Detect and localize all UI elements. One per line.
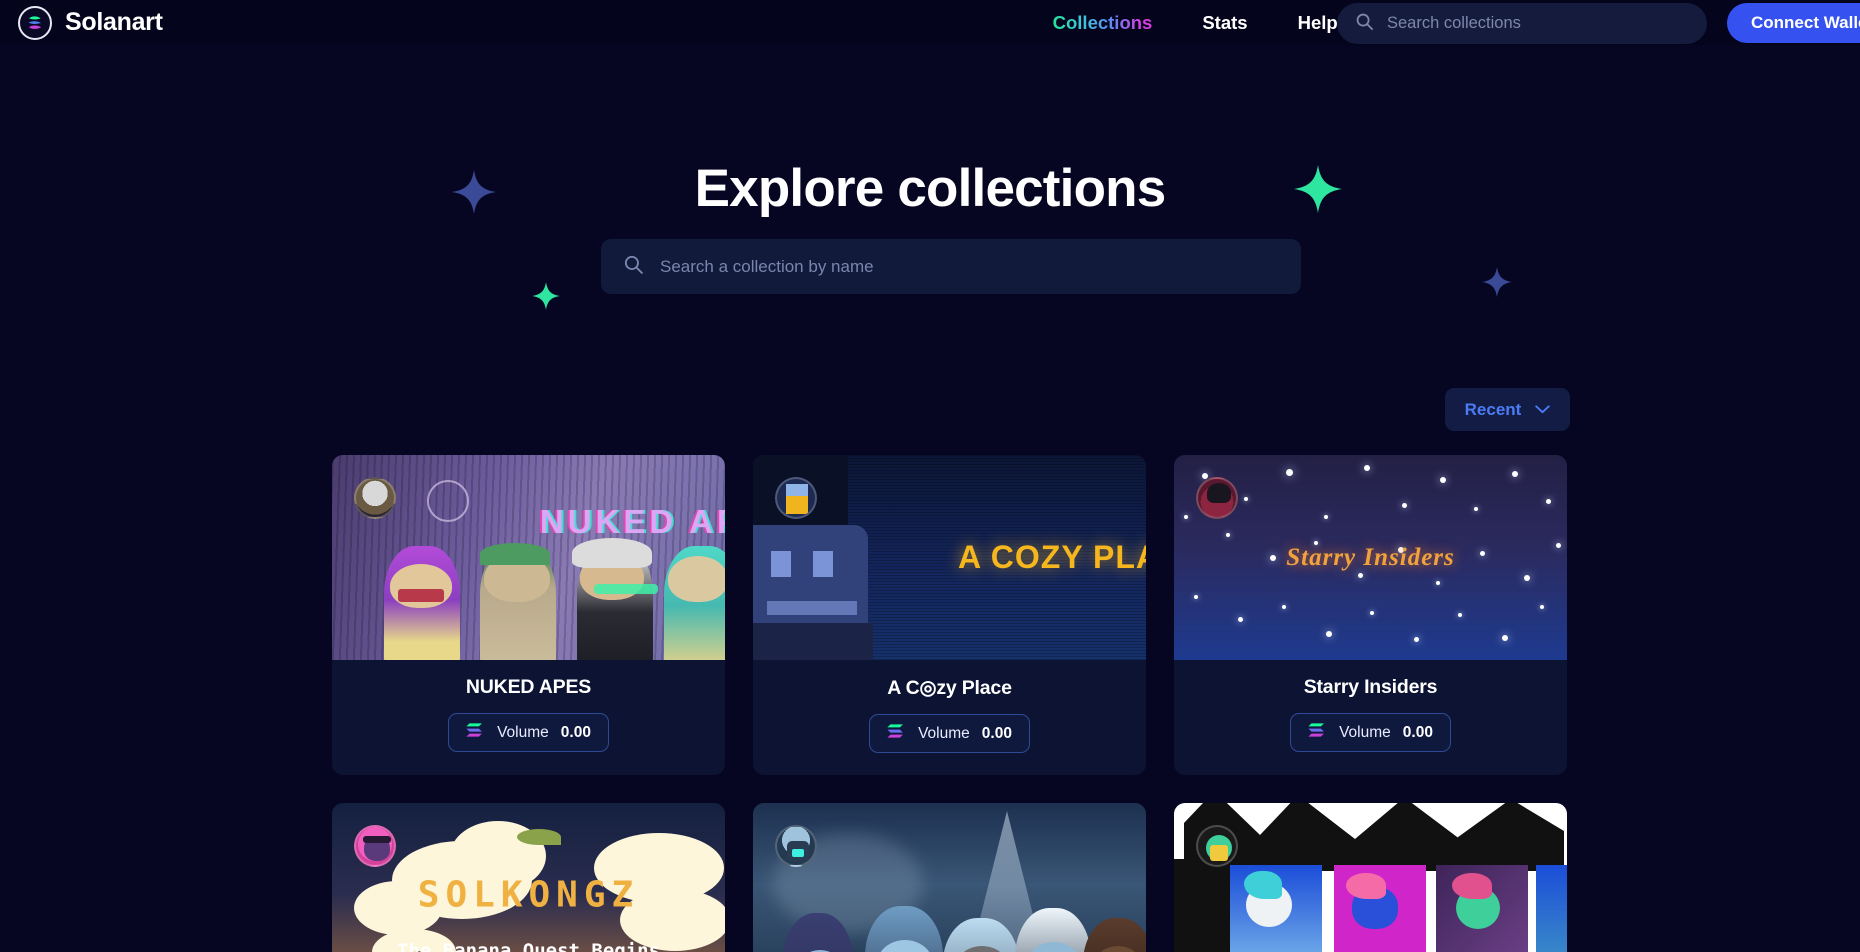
- card-body: A C◎zy Place Volume 0.00: [753, 660, 1146, 775]
- volume-badge: Volume 0.00: [869, 714, 1030, 753]
- banner-title: Starry Insiders: [1286, 543, 1455, 571]
- star-dot: [1184, 515, 1188, 519]
- star-dot: [1458, 613, 1462, 617]
- star-dot: [1512, 471, 1518, 477]
- nav-link-stats[interactable]: Stats: [1202, 12, 1247, 34]
- solanart-logo-icon: [18, 5, 52, 40]
- card-banner: [753, 803, 1146, 952]
- nav-link-collections[interactable]: Collections: [1053, 12, 1153, 34]
- page-title: Explore collections: [694, 159, 1167, 218]
- star-dot: [1194, 595, 1198, 599]
- star-dot: [1326, 631, 1332, 637]
- hero-section: Explore collections Search a collection …: [0, 45, 1860, 375]
- collection-search-box[interactable]: Search a collection by name: [601, 239, 1301, 294]
- card-banner: Starry Insiders: [1174, 455, 1567, 660]
- sort-dropdown-label: Recent: [1464, 399, 1522, 419]
- solana-icon: [887, 723, 906, 744]
- collection-name: NUKED APES: [465, 676, 592, 698]
- collection-avatar: [354, 825, 396, 867]
- star-dot: [1238, 617, 1243, 622]
- card-body: Starry Insiders Volume 0.00: [1174, 660, 1567, 774]
- star-dot: [1540, 605, 1544, 609]
- star-dot: [1402, 503, 1407, 508]
- collection-card[interactable]: NUKED AP NUKED APES Volume 0.00: [332, 455, 725, 775]
- volume-value: 0.00: [560, 723, 591, 741]
- collection-name: A C◎zy Place: [887, 677, 1012, 699]
- volume-label: Volume: [918, 724, 970, 742]
- star-dot: [1286, 469, 1293, 476]
- collection-avatar: [354, 477, 396, 519]
- card-banner: NUKED AP: [332, 455, 725, 660]
- star-dot: [1244, 497, 1248, 501]
- star-dot: [1282, 605, 1286, 609]
- brand[interactable]: Solanart: [18, 5, 163, 40]
- brand-name: Solanart: [65, 8, 163, 36]
- header-search-box[interactable]: Search collections: [1337, 3, 1707, 44]
- card-body: NUKED APES Volume 0.00: [332, 660, 725, 774]
- collection-name: Starry Insiders: [1303, 676, 1438, 698]
- collection-card[interactable]: Starry Insiders Starry Insiders Volume 0…: [1174, 455, 1567, 775]
- volume-label: Volume: [497, 723, 549, 741]
- star-dot: [1370, 611, 1374, 615]
- star-dot: [1440, 477, 1446, 483]
- star-dot: [1524, 575, 1530, 581]
- star-dot: [1270, 555, 1276, 561]
- header-search-input[interactable]: Search collections: [1387, 14, 1521, 33]
- nav-link-help[interactable]: Help: [1298, 12, 1338, 34]
- star-dot: [1556, 543, 1561, 548]
- card-banner: A COZY PLA: [753, 455, 1146, 660]
- collections-grid: NUKED AP NUKED APES Volume 0.00 A COZY P…: [332, 455, 1568, 952]
- collection-avatar: [1196, 825, 1238, 867]
- collection-card[interactable]: A COZY PLA A C◎zy Place Volume 0.00: [753, 455, 1146, 775]
- sort-dropdown[interactable]: Recent: [1445, 388, 1570, 431]
- star-dot: [1480, 551, 1485, 556]
- volume-label: Volume: [1339, 723, 1391, 741]
- volume-value: 0.00: [1402, 723, 1433, 741]
- star-dot: [1358, 573, 1363, 578]
- volume-value: 0.00: [981, 724, 1012, 742]
- star-dot: [1364, 465, 1370, 471]
- volume-badge: Volume 0.00: [448, 713, 609, 752]
- star-dot: [1324, 515, 1328, 519]
- star-dot: [1414, 637, 1419, 642]
- collection-card[interactable]: SOLKONGZ The Banana Quest Begins SOLKONG…: [332, 803, 725, 952]
- collection-card[interactable]: Volume 0.00: [1174, 803, 1567, 952]
- solana-icon: [466, 722, 485, 743]
- star-dot: [1436, 581, 1440, 585]
- volume-badge: Volume 0.00: [1290, 713, 1451, 752]
- search-icon: [623, 254, 644, 280]
- star-dot: [1226, 533, 1230, 537]
- search-icon: [1355, 12, 1374, 36]
- collection-search-input[interactable]: Search a collection by name: [660, 257, 874, 277]
- collection-avatar: [775, 477, 817, 519]
- solana-icon: [1308, 722, 1327, 743]
- top-header: Solanart Collections Stats Help Search c…: [0, 0, 1860, 45]
- collection-card[interactable]: Volume 0.00: [753, 803, 1146, 952]
- main-nav: Collections Stats Help: [1053, 12, 1338, 34]
- star-dot: [1502, 635, 1508, 641]
- connect-wallet-button[interactable]: Connect Wallet: [1727, 3, 1860, 43]
- star-dot: [1546, 499, 1551, 504]
- banner-title: SOLKONGZ: [417, 874, 640, 916]
- card-banner: SOLKONGZ The Banana Quest Begins: [332, 803, 725, 952]
- star-dot: [1474, 507, 1478, 511]
- banner-title: NUKED AP: [539, 503, 725, 540]
- banner-subtitle: The Banana Quest Begins: [396, 940, 661, 952]
- chevron-down-icon: [1535, 401, 1551, 419]
- card-banner: [1174, 803, 1567, 952]
- collection-avatar: [1196, 477, 1238, 519]
- banner-title: A COZY PLA: [957, 539, 1146, 575]
- collection-avatar: [775, 825, 817, 867]
